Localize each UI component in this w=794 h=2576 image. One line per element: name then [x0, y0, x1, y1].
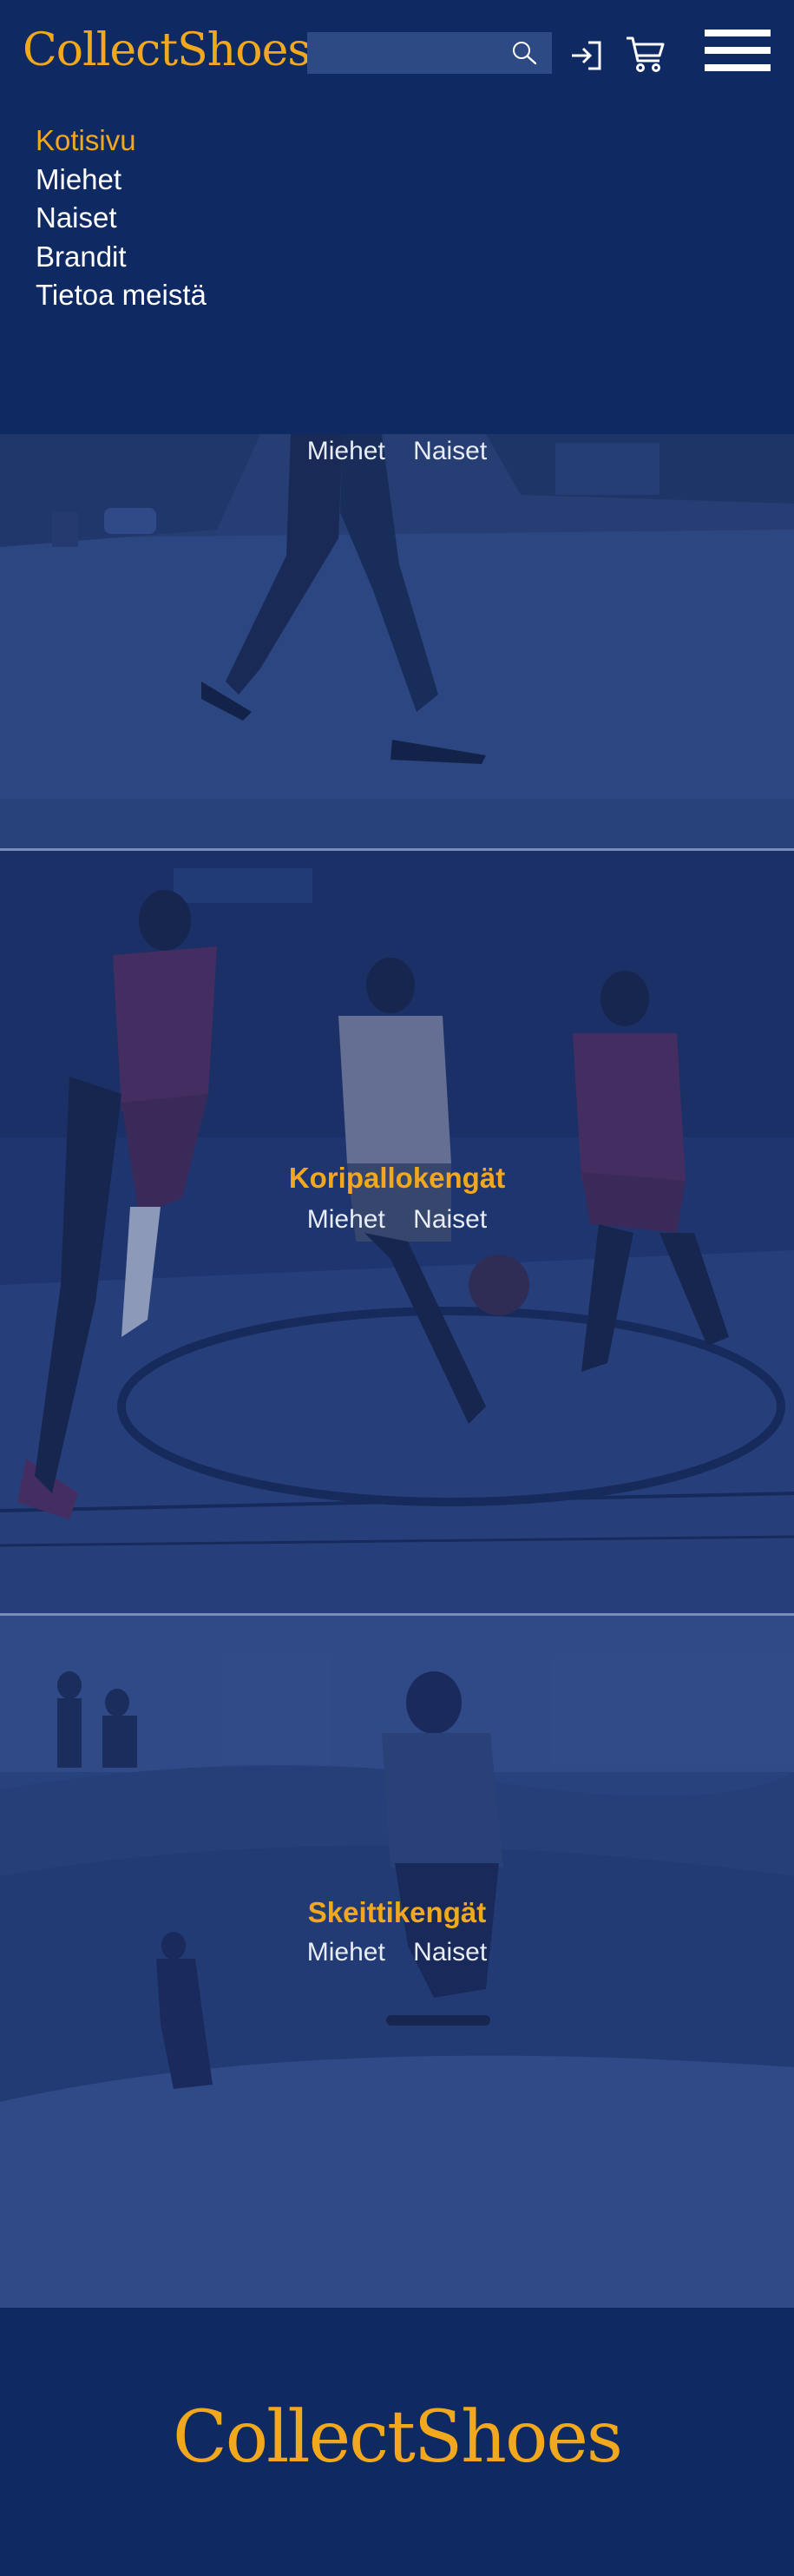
- nav-item-naiset: Naiset: [36, 199, 207, 238]
- nav-item-kotisivu: Kotisivu: [36, 122, 207, 161]
- site-footer: CollectShoes: [0, 2308, 794, 2576]
- category-section-basketball: Koripallokengät Miehet Naiset: [0, 851, 794, 1613]
- basketball-men-link[interactable]: Miehet: [307, 1205, 385, 1234]
- section-title: Skeittikengät: [307, 1896, 487, 1928]
- section-title: Koripallokengät: [288, 1162, 506, 1194]
- nav-link-kotisivu[interactable]: Kotisivu: [36, 124, 136, 156]
- category-section-skate: Skeittikengät Miehet Naiset: [0, 1616, 794, 2308]
- category-section-street: Miehet Naiset: [0, 434, 794, 848]
- skate-women-link[interactable]: Naiset: [413, 1938, 487, 1967]
- skate-men-link[interactable]: Miehet: [307, 1938, 385, 1967]
- nav-link-tietoa-meista[interactable]: Tietoa meistä: [36, 279, 207, 311]
- cart-button[interactable]: [625, 35, 666, 75]
- nav-link-brandit[interactable]: Brandit: [36, 240, 127, 273]
- basketball-women-link[interactable]: Naiset: [413, 1205, 487, 1234]
- nav-item-brandit: Brandit: [36, 238, 207, 277]
- nav-link-naiset[interactable]: Naiset: [36, 201, 117, 234]
- nav-link-miehet[interactable]: Miehet: [36, 163, 121, 195]
- search-icon: [513, 42, 537, 65]
- menu-button[interactable]: [705, 30, 771, 75]
- search-bar: [307, 32, 552, 74]
- login-button[interactable]: [569, 38, 604, 73]
- nav-item-tietoa: Tietoa meistä: [36, 276, 207, 315]
- login-icon: [572, 41, 601, 70]
- section-overlay: [0, 434, 794, 848]
- footer-logo[interactable]: CollectShoes: [0, 2395, 794, 2481]
- logo[interactable]: CollectShoes: [23, 23, 311, 78]
- section-links: Miehet Naiset: [0, 434, 794, 469]
- site-header: CollectShoes: [0, 0, 794, 106]
- street-men-link[interactable]: Miehet: [307, 437, 385, 465]
- search-button[interactable]: [510, 40, 540, 66]
- cart-icon: [627, 36, 665, 72]
- nav-item-miehet: Miehet: [36, 161, 207, 200]
- search-input[interactable]: [307, 32, 519, 74]
- main-navigation: Kotisivu Miehet Naiset Brandit Tietoa me…: [0, 106, 794, 434]
- section-links: Miehet Naiset: [0, 1935, 794, 1970]
- street-women-link[interactable]: Naiset: [413, 437, 487, 465]
- section-links: Miehet Naiset: [0, 1202, 794, 1237]
- nav-list: Kotisivu Miehet Naiset Brandit Tietoa me…: [36, 122, 207, 315]
- hamburger-menu-icon: [705, 30, 771, 71]
